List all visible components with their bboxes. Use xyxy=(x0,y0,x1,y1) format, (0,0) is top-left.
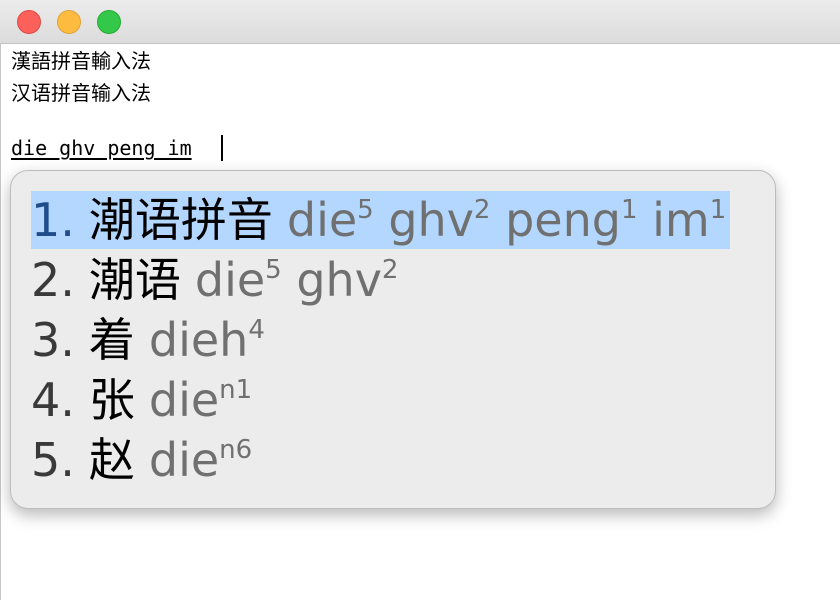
tone-mark: 5 xyxy=(265,254,282,285)
window-left-border xyxy=(0,44,1,600)
syllable: peng xyxy=(505,193,621,247)
candidate-item-4[interactable]: 4. 张 dien1 xyxy=(31,371,256,429)
candidate-index: 4. xyxy=(31,373,75,427)
syllable: die xyxy=(286,193,358,247)
candidate-text: 潮语拼音 xyxy=(88,193,273,247)
editor-window: 漢語拼音輸入法 汉语拼音输入法 die ghv peng im 1. 潮语拼音 di… xyxy=(0,0,840,600)
candidate-item-1[interactable]: 1. 潮语拼音 die5 ghv2 peng1 im1 xyxy=(31,191,731,249)
syllable: die xyxy=(194,253,266,307)
candidate-index: 3. xyxy=(31,313,75,367)
ime-candidate-panel: 1. 潮语拼音 die5 ghv2 peng1 im1 2. 潮语 die5 ghv2 … xyxy=(10,170,776,509)
candidate-text: 潮语 xyxy=(88,253,181,307)
candidate-romanization: dien1 xyxy=(149,373,252,427)
candidate-romanization: dieh4 xyxy=(149,313,265,367)
candidate-index: 2. xyxy=(31,253,75,307)
candidate-romanization: die5 ghv2 xyxy=(195,253,399,307)
document-line-simplified[interactable]: 汉语拼音输入法 xyxy=(11,81,151,105)
minimize-window-button[interactable] xyxy=(57,10,81,34)
candidate-text: 赵 xyxy=(88,433,135,487)
text-caret xyxy=(221,135,223,161)
candidate-romanization: dien6 xyxy=(149,433,252,487)
tone-mark: n6 xyxy=(219,434,253,465)
syllable: die xyxy=(148,373,220,427)
ime-composition-text[interactable]: die ghv peng im xyxy=(11,136,192,160)
title-bar[interactable] xyxy=(0,0,840,44)
candidate-text: 张 xyxy=(88,373,135,427)
tone-mark: 4 xyxy=(248,314,265,345)
syllable: ghv xyxy=(296,253,382,307)
tone-mark: 2 xyxy=(473,194,491,225)
candidate-romanization: die5 ghv2 peng1 im1 xyxy=(287,193,726,247)
syllable: dieh xyxy=(148,313,249,367)
candidate-item-3[interactable]: 3. 着 dieh4 xyxy=(31,311,269,369)
syllable: im xyxy=(652,193,710,247)
candidate-index: 1. xyxy=(31,193,75,247)
candidate-text: 着 xyxy=(88,313,135,367)
tone-mark: 5 xyxy=(357,194,374,225)
candidate-item-5[interactable]: 5. 赵 dien6 xyxy=(31,431,256,489)
tone-mark: 2 xyxy=(381,254,399,285)
tone-mark: 1 xyxy=(620,194,638,225)
close-window-button[interactable] xyxy=(17,10,41,34)
candidate-index: 5. xyxy=(31,433,75,487)
tone-mark: 1 xyxy=(709,194,727,225)
syllable: ghv xyxy=(388,193,474,247)
tone-mark: n1 xyxy=(219,374,253,405)
candidate-item-2[interactable]: 2. 潮语 die5 ghv2 xyxy=(31,251,402,309)
document-line-traditional[interactable]: 漢語拼音輸入法 xyxy=(11,49,151,73)
zoom-window-button[interactable] xyxy=(97,10,121,34)
syllable: die xyxy=(148,433,220,487)
